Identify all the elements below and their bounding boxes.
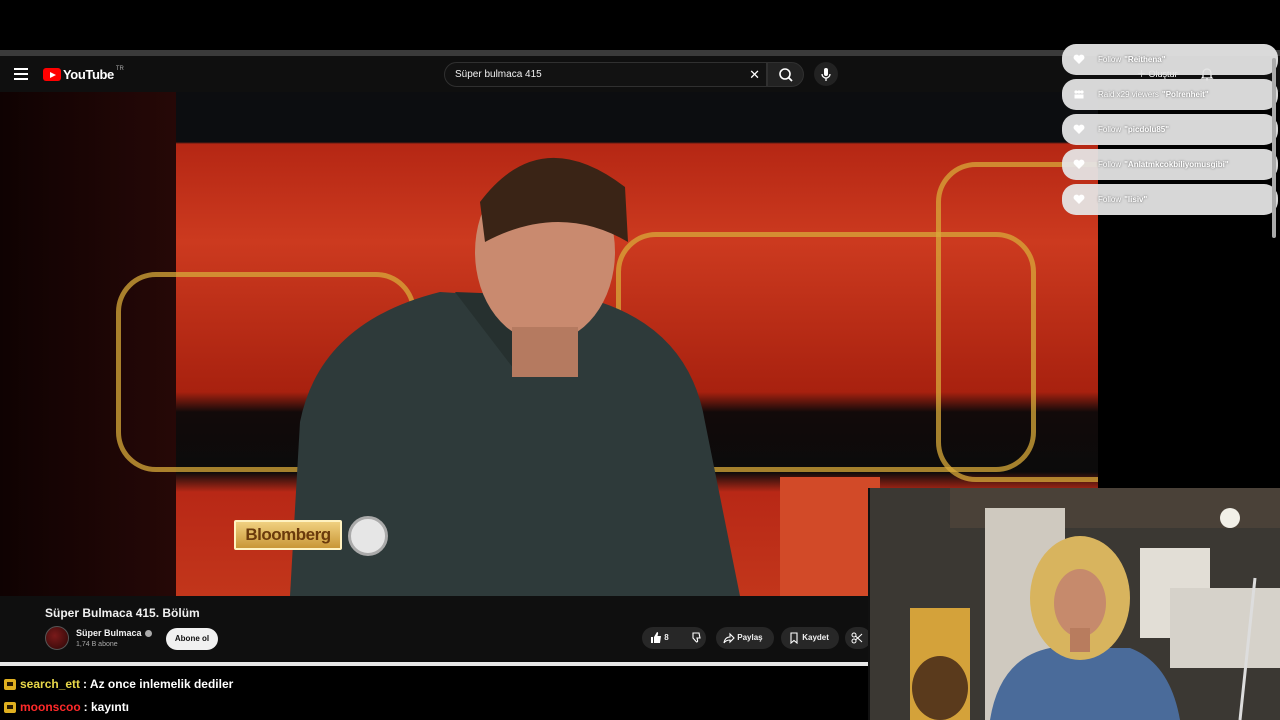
alert-type: Follow <box>1098 195 1122 204</box>
search-button[interactable] <box>767 62 804 87</box>
alert-type: Raid x29 viewers <box>1098 90 1159 99</box>
video-title: Süper Bulmaca 415. Bölüm <box>45 606 200 620</box>
stream-divider <box>0 662 868 666</box>
search-query: Süper bulmaca 415 <box>455 69 542 80</box>
alerts-panel: Follow "Reithena" Raid x29 viewers "Polren… <box>1062 44 1278 219</box>
subscriber-badge-icon <box>4 701 16 713</box>
alert-type: Follow <box>1098 125 1122 134</box>
search-icon <box>779 68 793 82</box>
save-label: Kaydet <box>802 633 829 642</box>
top-black-bar <box>0 0 1280 50</box>
heart-icon <box>1073 124 1085 134</box>
webcam-feed <box>868 488 1280 720</box>
bloomberg-ht-logo: Bloomberg <box>234 520 342 550</box>
chat-username: moonscoo <box>20 700 81 714</box>
heart-icon <box>1073 194 1085 204</box>
like-dislike-group: 8 <box>642 627 706 649</box>
alert-name: "Reithena" <box>1124 55 1166 64</box>
subscriber-count: 1,74 B abone <box>76 641 118 648</box>
alert-type: Follow <box>1098 55 1122 64</box>
alert-type: Follow <box>1098 160 1122 169</box>
alert-item: Follow "lisiv" <box>1062 184 1278 215</box>
channel-avatar[interactable] <box>45 626 69 650</box>
alert-name: "picdolu85" <box>1124 125 1170 134</box>
alert-name: "Anlatmkcokbiliyomusgibi" <box>1124 160 1229 169</box>
verified-icon <box>144 630 152 638</box>
raid-icon <box>1074 90 1084 99</box>
youtube-logo[interactable]: YouTube TR <box>43 65 124 82</box>
alert-item: Raid x29 viewers "Polrenheit" <box>1062 79 1278 110</box>
chat-overlay: search_ett : Az once inlemelik dediler m… <box>0 668 868 720</box>
page-scrollbar[interactable] <box>1272 58 1276 238</box>
heart-icon <box>1073 54 1085 64</box>
alert-item: Follow "picdolu85" <box>1062 114 1278 145</box>
alert-item: Follow "Reithena" <box>1062 44 1278 75</box>
ht-logo-icon <box>348 516 388 556</box>
alert-item: Follow "Anlatmkcokbiliyomusgibi" <box>1062 149 1278 180</box>
menu-icon[interactable] <box>14 68 28 80</box>
heart-icon <box>1073 159 1085 169</box>
thumbs-up-icon <box>651 632 661 644</box>
youtube-play-icon <box>43 68 61 81</box>
stream-screen: YouTube TR Süper bulmaca 415 ✕ ＋ Oluştur <box>0 0 1280 720</box>
logo-text: YouTube <box>63 67 114 82</box>
save-button[interactable]: Kaydet <box>781 627 839 649</box>
like-count: 8 <box>664 633 669 642</box>
chat-username: search_ett <box>20 677 81 691</box>
chat-text: : kayıntı <box>83 700 130 714</box>
subscriber-badge-icon <box>4 678 16 690</box>
subscribe-button[interactable]: Abone ol <box>166 628 218 650</box>
alert-name: "lisiv" <box>1124 195 1148 204</box>
region-code: TR <box>115 65 124 72</box>
thumbs-down-icon <box>692 632 701 643</box>
share-button[interactable]: Paylaş <box>716 627 774 649</box>
share-icon <box>723 632 735 644</box>
search-input[interactable]: Süper bulmaca 415 ✕ <box>444 62 767 87</box>
webcam-scene <box>870 488 1280 720</box>
chat-text: : Az once inlemelik dediler <box>83 677 234 691</box>
chat-message: moonscoo : kayıntı <box>4 700 129 714</box>
bookmark-icon <box>790 632 798 645</box>
chat-message: search_ett : Az once inlemelik dediler <box>4 677 233 691</box>
share-label: Paylaş <box>737 633 763 642</box>
alert-name: "Polrenheit" <box>1161 90 1209 99</box>
voice-search-button[interactable] <box>814 62 838 86</box>
clear-search-icon[interactable]: ✕ <box>749 67 760 83</box>
channel-name[interactable]: Süper Bulmaca <box>76 628 152 638</box>
like-button[interactable]: 8 <box>649 627 669 649</box>
dislike-button[interactable] <box>688 627 701 649</box>
channel-name-text: Süper Bulmaca <box>76 628 142 638</box>
mic-icon <box>821 68 831 81</box>
scissors-icon <box>851 632 863 644</box>
